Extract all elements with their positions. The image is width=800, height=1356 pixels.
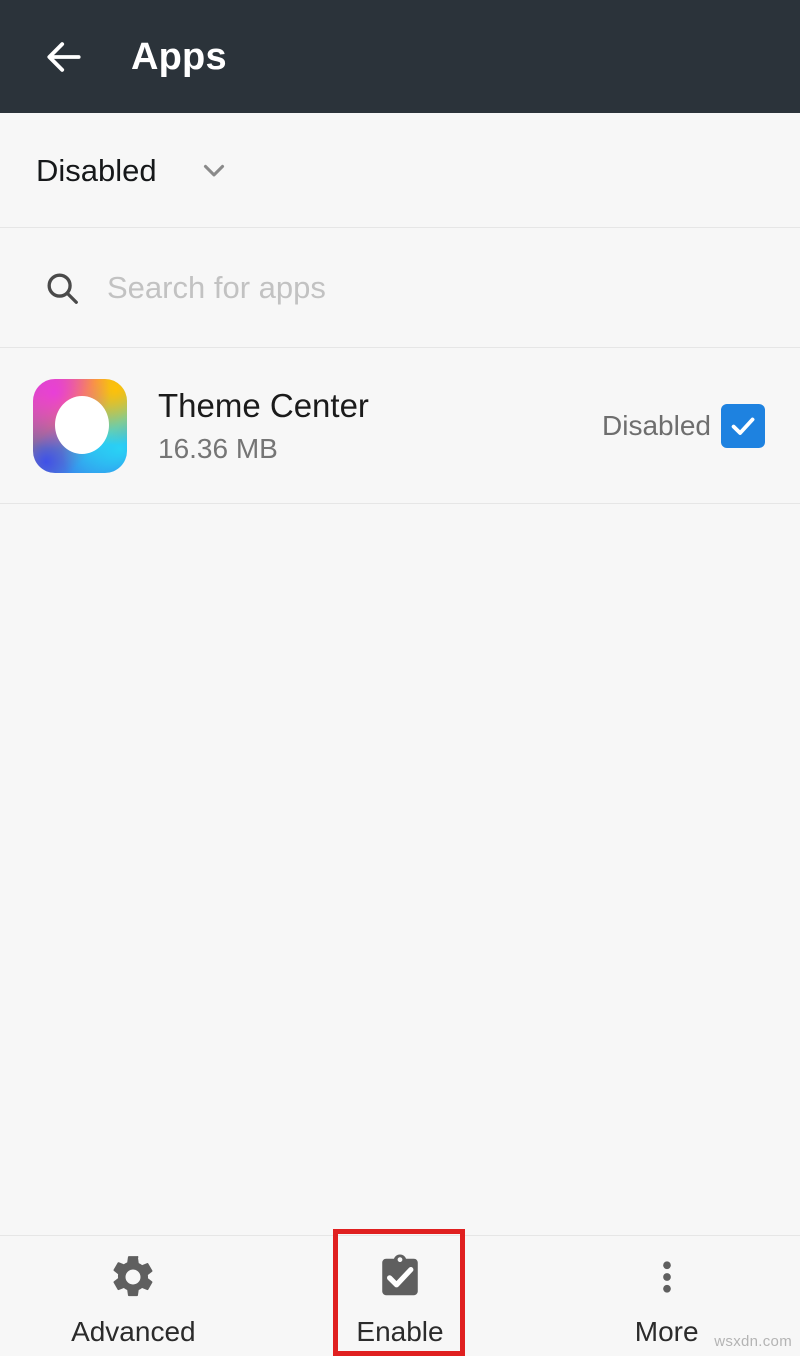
app-size: 16.36 MB: [158, 433, 278, 465]
bottom-item-label: Enable: [356, 1316, 444, 1347]
app-info: Theme Center 16.36 MB: [158, 386, 602, 466]
search-icon: [42, 268, 82, 308]
dots-vertical-icon: [645, 1250, 689, 1304]
chevron-down-icon: [197, 153, 231, 187]
gear-icon: [108, 1250, 158, 1304]
theme-center-app-icon: [33, 379, 127, 473]
bottom-item-label: Advanced: [71, 1316, 196, 1347]
filter-dropdown[interactable]: Disabled: [0, 113, 800, 228]
search-input[interactable]: [107, 270, 667, 306]
bottom-action-bar: Advanced Enable More: [0, 1235, 800, 1356]
app-checkbox[interactable]: [721, 404, 765, 448]
page-title: Apps: [131, 35, 227, 78]
app-status-label: Disabled: [602, 410, 711, 441]
app-bar: Apps: [0, 0, 800, 113]
bottom-item-enable[interactable]: Enable: [267, 1236, 534, 1356]
search-bar[interactable]: [0, 229, 800, 348]
back-button[interactable]: [32, 25, 96, 89]
filter-dropdown-label: Disabled: [36, 152, 157, 188]
app-name: Theme Center: [158, 387, 369, 425]
bottom-item-label: More: [634, 1316, 699, 1347]
watermark: wsxdn.com: [714, 1333, 792, 1350]
app-list: Theme Center 16.36 MB Disabled: [0, 349, 800, 504]
arrow-left-icon: [42, 35, 86, 79]
clipboard-check-icon: [374, 1250, 426, 1304]
bottom-item-advanced[interactable]: Advanced: [0, 1236, 267, 1356]
list-item[interactable]: Theme Center 16.36 MB Disabled: [0, 349, 800, 504]
